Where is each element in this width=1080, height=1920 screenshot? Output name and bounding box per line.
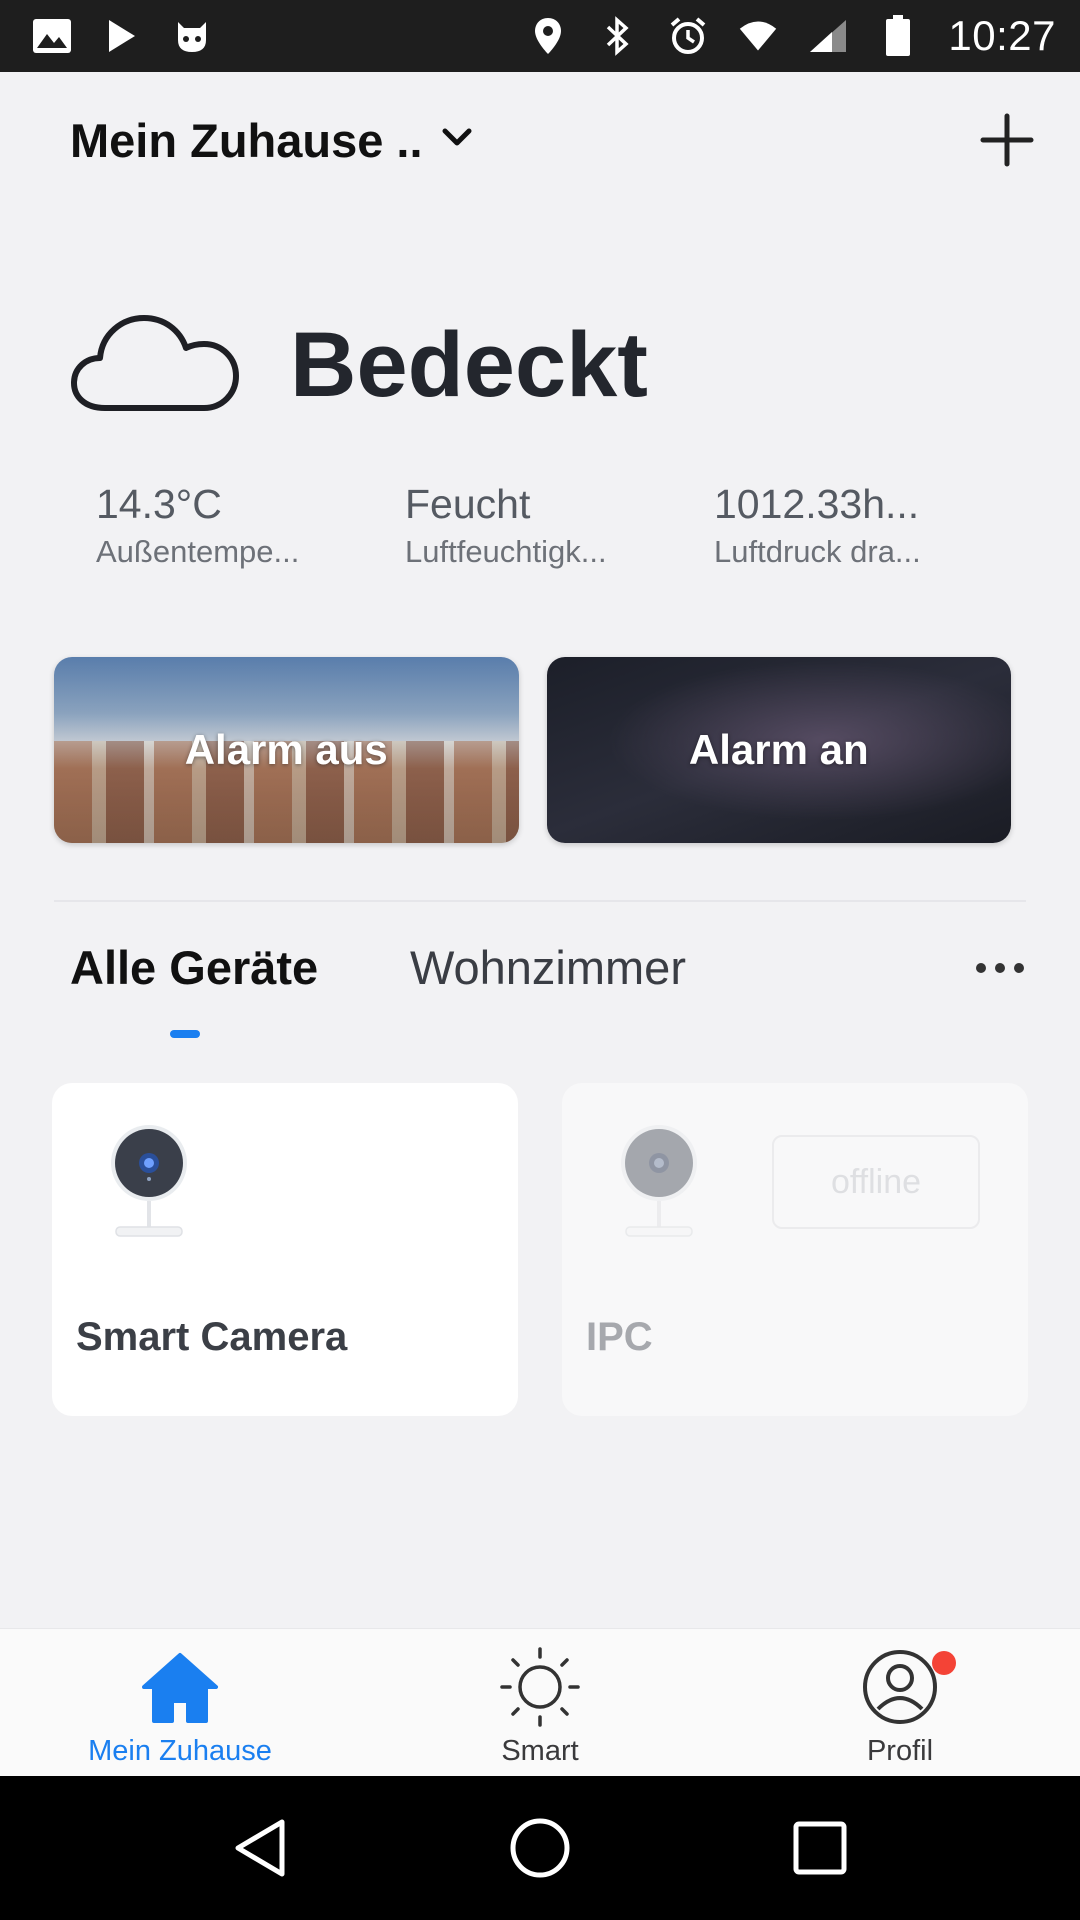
scene-label: Alarm aus	[184, 726, 388, 773]
dot	[1014, 963, 1024, 973]
back-icon	[235, 1819, 285, 1877]
scene-alarm-on[interactable]: Alarm an	[546, 657, 1011, 843]
app-notification-icon	[172, 16, 212, 56]
device-name: Smart Camera	[76, 1315, 348, 1359]
tab-all-devices[interactable]: Alle Geräte	[70, 940, 318, 995]
back-button[interactable]	[215, 1803, 305, 1893]
clock: 10:27	[948, 12, 1056, 59]
scene-alarm-off[interactable]: Alarm aus	[54, 657, 519, 843]
stat-value: Feucht	[405, 481, 531, 527]
weather-condition: Bedeckt	[290, 313, 648, 416]
nav-item-home[interactable]: Mein Zuhause	[0, 1629, 360, 1776]
play-store-icon	[102, 16, 142, 56]
profile-icon	[858, 1645, 942, 1729]
device-grid: Smart Camera offline IPC	[52, 1083, 1028, 1416]
home-selector[interactable]: Mein Zuhause ..	[70, 113, 473, 168]
tab-living-room[interactable]: Wohnzimmer	[410, 940, 686, 995]
more-horizontal-icon[interactable]	[970, 948, 1030, 988]
system-navigation-bar	[0, 1776, 1080, 1920]
bottom-navigation: Mein Zuhause Smart Profil	[0, 1628, 1080, 1776]
plus-icon	[980, 113, 1034, 167]
nav-item-smart[interactable]: Smart	[360, 1629, 720, 1776]
dot	[995, 963, 1005, 973]
weather-stats: 14.3°C Außentempe... Feucht Luftfeuchtig…	[96, 480, 1056, 574]
scene-label: Alarm an	[688, 726, 869, 773]
image-icon	[32, 16, 72, 56]
notification-badge	[932, 1651, 956, 1675]
camera-icon	[621, 1125, 697, 1237]
wifi-icon	[738, 16, 778, 56]
device-name: IPC	[586, 1315, 653, 1359]
stat-value: 1012.33h...	[714, 481, 920, 527]
status-bar: 10:27	[0, 0, 1080, 72]
room-tabs: Alle Geräte Wohnzimmer	[70, 940, 1030, 1040]
home-icon	[138, 1645, 222, 1729]
nav-label: Smart	[501, 1735, 579, 1767]
dot	[976, 963, 986, 973]
cloud-icon	[70, 310, 240, 420]
home-button[interactable]	[495, 1803, 585, 1893]
app-header: Mein Zuhause ..	[0, 72, 1080, 208]
home-title: Mein Zuhause ..	[70, 113, 423, 167]
weather-summary: Bedeckt	[70, 300, 648, 430]
active-tab-indicator	[170, 1030, 200, 1038]
divider	[54, 900, 1026, 902]
bluetooth-icon	[598, 16, 638, 56]
add-button[interactable]	[972, 105, 1042, 175]
stat-label: Außentempe...	[96, 534, 300, 569]
camera-icon	[111, 1125, 187, 1237]
stat-label: Luftdruck dra...	[714, 534, 921, 569]
weather-stat-pressure: 1012.33h... Luftdruck dra...	[714, 480, 1023, 574]
recents-button[interactable]	[775, 1803, 865, 1893]
offline-badge: offline	[772, 1135, 980, 1229]
stat-value: 14.3°C	[96, 481, 222, 527]
nav-label: Profil	[866, 1735, 934, 1767]
status-bar-right: 10:27	[528, 12, 1056, 60]
location-icon	[528, 16, 568, 56]
status-bar-left	[32, 16, 212, 56]
weather-stat-temperature: 14.3°C Außentempe...	[96, 480, 405, 574]
device-card-smart-camera[interactable]: Smart Camera	[52, 1083, 518, 1416]
alarm-icon	[668, 16, 708, 56]
sun-icon	[498, 1645, 582, 1729]
nav-label: Mein Zuhause	[88, 1735, 272, 1767]
stat-label: Luftfeuchtigk...	[405, 534, 607, 569]
scene-buttons: Alarm aus Alarm an	[54, 657, 1011, 843]
device-card-ipc[interactable]: offline IPC	[562, 1083, 1028, 1416]
nav-item-profile[interactable]: Profil	[720, 1629, 1080, 1776]
cellular-icon	[808, 16, 848, 56]
chevron-down-icon	[441, 127, 473, 154]
square-recents-icon	[793, 1821, 847, 1875]
circle-home-icon	[510, 1818, 570, 1878]
battery-icon	[878, 15, 918, 56]
weather-stat-humidity: Feucht Luftfeuchtigk...	[405, 480, 714, 574]
